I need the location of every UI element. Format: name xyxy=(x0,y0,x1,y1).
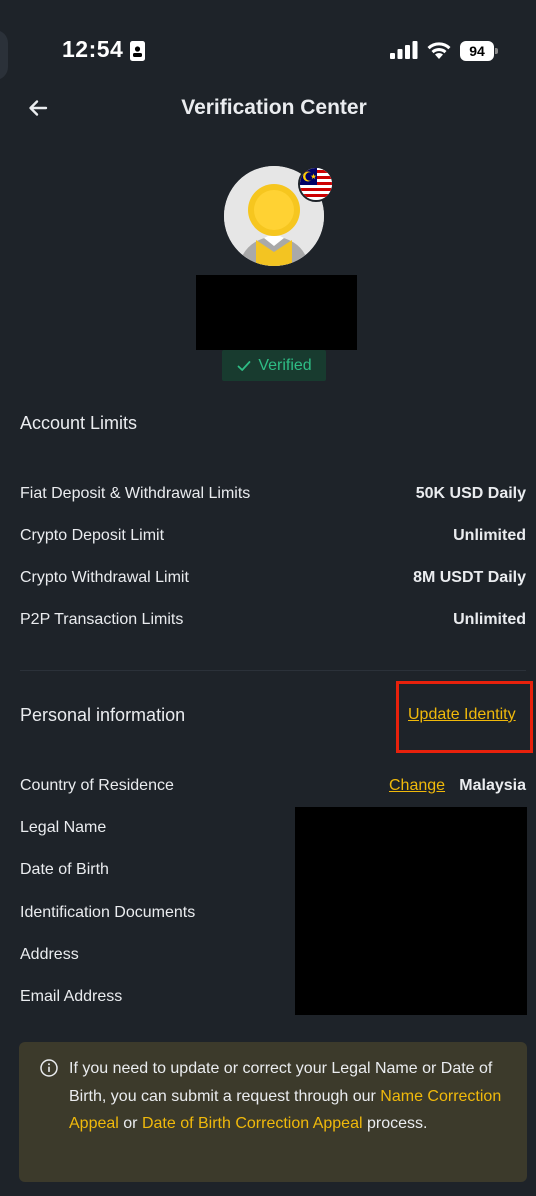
verification-center-screen: 12:54 94 Verification Center Verified Ac… xyxy=(0,0,536,1196)
section-divider xyxy=(20,670,526,671)
signal-icon xyxy=(390,41,418,59)
info-circle-icon xyxy=(40,1059,58,1077)
limit-label-fiat: Fiat Deposit & Withdrawal Limits xyxy=(20,485,251,502)
limit-value-crypto-withdrawal: 8M USDT Daily xyxy=(413,569,526,586)
battery-icon: 94 xyxy=(460,41,498,61)
limit-label-crypto-deposit: Crypto Deposit Limit xyxy=(20,527,165,544)
account-limits-title: Account Limits xyxy=(20,413,138,433)
verified-label: Verified xyxy=(258,356,312,374)
limit-value-fiat: 50K USD Daily xyxy=(415,485,526,502)
wifi-icon xyxy=(427,42,451,59)
floating-edge-tab[interactable] xyxy=(0,30,8,80)
dob-correction-appeal-link[interactable]: Date of Birth Correction Appeal xyxy=(142,1115,363,1132)
info-label-country: Country of Residence xyxy=(20,777,174,794)
highlight-annotation-box xyxy=(396,681,533,753)
notice-text-part-2: or xyxy=(118,1115,142,1132)
checkmark-icon xyxy=(237,360,251,371)
malaysia-flag-icon xyxy=(298,166,334,202)
correction-notice: If you need to update or correct your Le… xyxy=(19,1042,527,1182)
limit-value-p2p: Unlimited xyxy=(453,611,526,628)
limit-value-crypto-deposit: Unlimited xyxy=(453,527,526,544)
info-value-country: Malaysia xyxy=(459,777,526,794)
personal-info-title: Personal information xyxy=(20,705,186,725)
battery-level: 94 xyxy=(460,41,494,61)
battery-tip xyxy=(495,48,498,54)
id-card-icon xyxy=(130,41,145,61)
status-time: 12:54 xyxy=(62,36,124,62)
notice-text-part-3: process. xyxy=(362,1115,428,1132)
info-label-email: Email Address xyxy=(20,988,123,1005)
change-country-link[interactable]: Change xyxy=(389,777,445,795)
redacted-personal-values xyxy=(295,807,527,1015)
info-label-dob: Date of Birth xyxy=(20,861,109,878)
info-label-id-docs: Identification Documents xyxy=(20,904,196,921)
info-label-address: Address xyxy=(20,946,79,963)
limit-label-crypto-withdrawal: Crypto Withdrawal Limit xyxy=(20,569,189,586)
redacted-username xyxy=(196,275,357,350)
limit-label-p2p: P2P Transaction Limits xyxy=(20,611,184,628)
page-title: Verification Center xyxy=(181,96,367,119)
info-label-legal-name: Legal Name xyxy=(20,819,107,836)
notice-text: If you need to update or correct your Le… xyxy=(69,1055,515,1138)
verified-badge: Verified xyxy=(222,350,326,381)
